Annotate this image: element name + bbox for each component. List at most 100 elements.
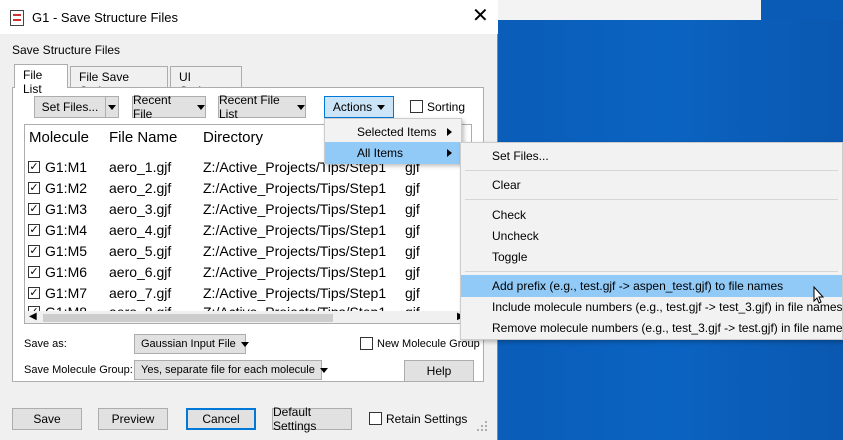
set-files-menu-label: Set Files...: [492, 149, 549, 163]
cancel-button[interactable]: Cancel: [186, 408, 256, 430]
table-row[interactable]: ✓ G1:M3 aero_3.gjf Z:/Active_Projects/Ti…: [25, 199, 471, 220]
title-bar: G1 - Save Structure Files ✕: [0, 0, 498, 34]
row-checkbox[interactable]: ✓: [28, 224, 40, 236]
extension-cell: gjf: [405, 243, 420, 259]
molecule-cell: G1:M1: [45, 159, 88, 175]
table-row[interactable]: ✓ G1:M5 aero_5.gjf Z:/Active_Projects/Ti…: [25, 241, 471, 262]
preview-button[interactable]: Preview: [98, 408, 168, 430]
column-directory[interactable]: Directory: [203, 129, 263, 146]
new-molecule-group-checkbox[interactable]: [360, 337, 373, 350]
save-button[interactable]: Save: [12, 408, 82, 430]
row-checkbox[interactable]: ✓: [28, 245, 40, 257]
molecule-cell: G1:M4: [45, 222, 88, 238]
scrollbar-thumb[interactable]: [43, 314, 333, 322]
save-as-value: Gaussian Input File: [141, 338, 236, 350]
sorting-checkbox[interactable]: [410, 100, 423, 113]
scroll-left-icon[interactable]: ◀: [29, 311, 37, 322]
recent-file-list-button[interactable]: Recent File List: [218, 93, 306, 121]
directory-cell: Z:/Active_Projects/Tips/Step1: [203, 201, 387, 217]
menu-item-check[interactable]: Check: [461, 204, 842, 226]
file-name-cell: aero_7.gjf: [109, 285, 172, 301]
window-title: G1 - Save Structure Files: [32, 10, 178, 25]
row-checkbox[interactable]: ✓: [28, 161, 40, 173]
menu-item-selected-items[interactable]: Selected Items: [325, 121, 461, 143]
mouse-pointer-icon: [813, 286, 825, 304]
cancel-label: Cancel: [202, 412, 240, 426]
menu-item-uncheck[interactable]: Uncheck: [461, 225, 842, 247]
menu-item-all-items[interactable]: All Items: [325, 142, 461, 164]
tab-file-save-options[interactable]: File Save Options: [70, 66, 168, 98]
help-label: Help: [426, 364, 452, 378]
save-as-select[interactable]: Gaussian Input File: [134, 334, 249, 354]
preview-label: Preview: [111, 412, 155, 426]
clear-label: Clear: [492, 178, 521, 192]
directory-cell: Z:/Active_Projects/Tips/Step1: [203, 222, 387, 238]
menu-item-clear[interactable]: Clear: [461, 174, 842, 196]
desktop-corner: [761, 0, 843, 20]
row-checkbox[interactable]: ✓: [28, 266, 40, 278]
recent-file-button[interactable]: Recent File: [132, 93, 206, 121]
horizontal-scrollbar[interactable]: ◀ ▶: [25, 311, 471, 323]
extension-cell: gjf: [405, 285, 420, 301]
menu-item-set-files[interactable]: Set Files...: [461, 145, 842, 167]
tab-file-list[interactable]: File List: [14, 64, 68, 96]
check-label: Check: [492, 208, 527, 222]
tab-ui-options[interactable]: UI Options: [170, 66, 242, 98]
actions-button[interactable]: Actions: [324, 96, 394, 118]
file-name-cell: aero_5.gjf: [109, 243, 172, 259]
default-settings-label: Default Settings: [273, 405, 317, 433]
save-molecule-group-select[interactable]: Yes, separate file for each molecule: [134, 360, 328, 380]
table-row[interactable]: ✓ G1:M7 aero_7.gjf Z:/Active_Projects/Ti…: [25, 283, 471, 304]
default-settings-button[interactable]: Default Settings: [272, 405, 352, 433]
row-checkbox[interactable]: ✓: [28, 203, 40, 215]
column-molecule[interactable]: Molecule: [29, 129, 89, 146]
row-checkbox[interactable]: ✓: [28, 287, 40, 299]
menu-item-toggle[interactable]: Toggle: [461, 246, 842, 268]
chevron-down-icon: [319, 368, 328, 373]
set-files-button[interactable]: Set Files...: [34, 96, 106, 118]
save-label: Save: [33, 412, 61, 426]
menu-item-add-prefix[interactable]: Add prefix (e.g., test.gjf -> aspen_test…: [461, 275, 842, 297]
save-molecule-group-value: Yes, separate file for each molecule: [141, 364, 315, 376]
table-row[interactable]: ✓ G1:M2 aero_2.gjf Z:/Active_Projects/Ti…: [25, 178, 471, 199]
dialog-header: Save Structure Files: [12, 43, 121, 57]
file-name-cell: aero_1.gjf: [109, 159, 172, 175]
recent-file-label: Recent File: [133, 93, 172, 121]
menu-item-include-numbers[interactable]: Include molecule numbers (e.g., test.gjf…: [461, 296, 843, 318]
extension-cell: gjf: [405, 264, 420, 280]
help-button[interactable]: Help: [404, 360, 474, 382]
directory-cell: Z:/Active_Projects/Tips/Step1: [203, 180, 387, 196]
molecule-cell: G1:M5: [45, 243, 88, 259]
app-document-icon: [10, 10, 24, 26]
submenu-arrow-icon: [447, 149, 452, 157]
retain-settings-checkbox[interactable]: [369, 412, 382, 425]
directory-cell: Z:/Active_Projects/Tips/Step1: [203, 285, 387, 301]
uncheck-label: Uncheck: [492, 229, 539, 243]
save-structure-dialog: G1 - Save Structure Files ✕ Save Structu…: [0, 0, 498, 440]
desktop-window-strip: [498, 0, 761, 20]
set-files-dropdown[interactable]: [105, 96, 119, 118]
actions-label: Actions: [332, 100, 373, 114]
toggle-label: Toggle: [492, 250, 528, 264]
chevron-down-icon: [108, 104, 116, 110]
all-items-submenu: Set Files... Clear Check Uncheck Toggle …: [460, 142, 843, 340]
row-checkbox[interactable]: ✓: [28, 182, 40, 194]
chevron-down-icon: [197, 104, 205, 110]
resize-grip-icon[interactable]: [476, 420, 488, 432]
column-file-name[interactable]: File Name: [109, 129, 177, 146]
add-prefix-label: Add prefix (e.g., test.gjf -> aspen_test…: [492, 279, 784, 293]
sorting-label: Sorting: [427, 100, 466, 114]
chevron-down-icon: [240, 342, 249, 347]
save-molecule-group-label: Save Molecule Group:: [24, 364, 133, 376]
table-row[interactable]: ✓ G1:M6 aero_6.gjf Z:/Active_Projects/Ti…: [25, 262, 471, 283]
molecule-cell: G1:M2: [45, 180, 88, 196]
close-icon[interactable]: ✕: [472, 6, 489, 26]
menu-separator: [465, 170, 838, 171]
table-row[interactable]: ✓ G1:M4 aero_4.gjf Z:/Active_Projects/Ti…: [25, 220, 471, 241]
chevron-down-icon: [297, 104, 305, 110]
selected-items-label: Selected Items: [357, 125, 437, 139]
chevron-down-icon: [377, 104, 386, 110]
menu-separator: [465, 199, 838, 200]
menu-item-remove-numbers[interactable]: Remove molecule numbers (e.g., test_3.gj…: [461, 317, 843, 339]
save-as-label: Save as:: [24, 338, 67, 350]
